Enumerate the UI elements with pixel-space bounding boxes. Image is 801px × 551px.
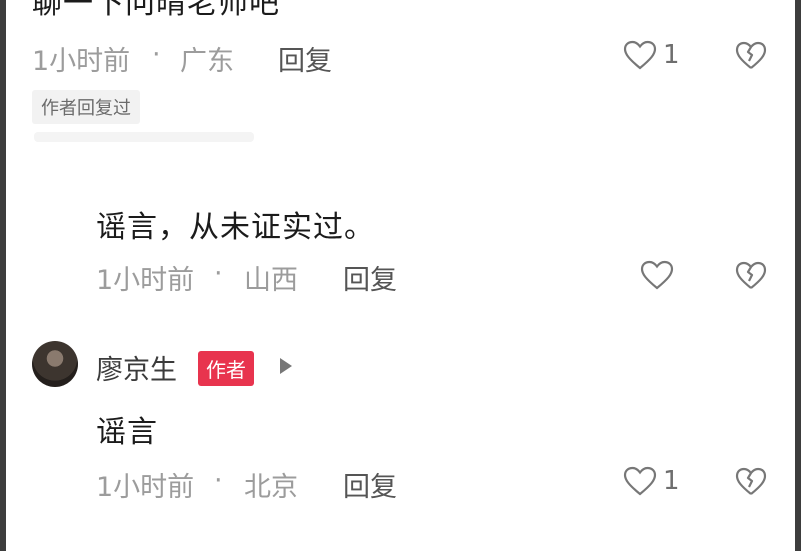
- window-frame-left: [0, 0, 6, 551]
- comment-location: 北京: [244, 472, 298, 503]
- window-frame-right: [795, 0, 801, 551]
- author-badge: 作者: [198, 351, 254, 386]
- like-count: 1: [663, 466, 680, 496]
- author-name[interactable]: 廖京生: [96, 348, 177, 387]
- broken-heart-icon: [735, 467, 767, 495]
- broken-heart-icon: [735, 261, 767, 289]
- comment-location: 山西: [244, 265, 298, 296]
- meta-separator: ·: [214, 465, 223, 496]
- comment-time: 1小时前: [96, 472, 195, 503]
- heart-outline-icon: [623, 40, 657, 70]
- dislike-button[interactable]: [735, 261, 767, 295]
- comment-location: 广东: [180, 46, 234, 77]
- like-button[interactable]: 1: [623, 40, 680, 70]
- comment-text: 谣言，从未证实过。: [96, 210, 375, 245]
- reply-button[interactable]: 回复: [343, 258, 397, 297]
- reply-button[interactable]: 回复: [278, 39, 332, 78]
- comment-time: 1小时前: [96, 265, 195, 296]
- comment-text: 聊一下问晴老师吧: [32, 0, 280, 21]
- avatar[interactable]: [32, 341, 78, 387]
- dislike-button[interactable]: [735, 41, 767, 75]
- heart-outline-icon: [623, 466, 657, 496]
- like-button[interactable]: 1: [623, 466, 680, 496]
- reply-button[interactable]: 回复: [343, 465, 397, 504]
- heart-outline-icon: [640, 260, 674, 290]
- author-replied-tag: 作者回复过: [32, 90, 140, 124]
- like-button[interactable]: [640, 260, 680, 290]
- dislike-button[interactable]: [735, 467, 767, 501]
- like-count: 1: [663, 40, 680, 70]
- meta-separator: ·: [152, 39, 161, 70]
- play-triangle-icon: [280, 358, 292, 374]
- comment-text: 谣言: [96, 415, 158, 450]
- blurred-area: [34, 132, 254, 142]
- meta-separator: ·: [214, 258, 223, 289]
- broken-heart-icon: [735, 41, 767, 69]
- comment-time: 1小时前: [32, 46, 131, 77]
